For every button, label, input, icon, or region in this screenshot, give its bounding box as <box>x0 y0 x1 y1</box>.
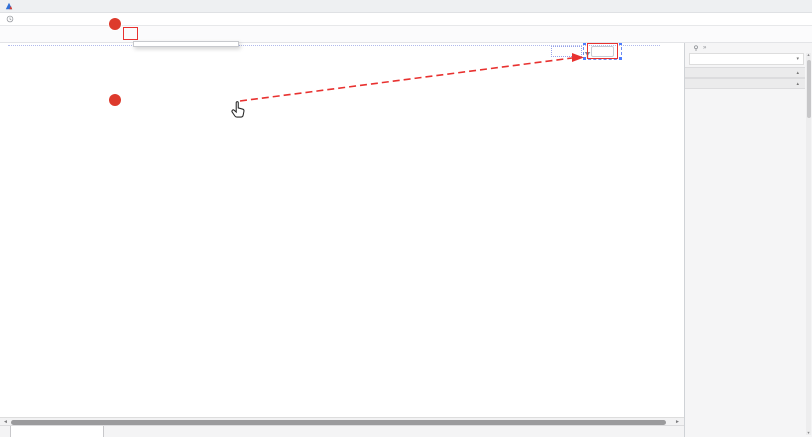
browser-url-bar <box>0 13 812 26</box>
designer-toolbar <box>0 26 812 43</box>
net-income-bar-line-chart <box>33 81 237 139</box>
scrollbar-thumb[interactable] <box>11 420 666 425</box>
revenue-stacked-bar-chart <box>247 81 403 145</box>
annotation-toolbar-box <box>123 27 138 40</box>
panel-header[interactable]: ▾ <box>689 53 804 65</box>
page-icon <box>6 15 14 23</box>
base-year-combobox[interactable] <box>551 46 582 57</box>
panel-scrollbar-thumb[interactable] <box>807 60 811 118</box>
chevron-up-icon: ▴ <box>796 70 799 76</box>
design-canvas <box>0 43 684 417</box>
tab-form1[interactable] <box>10 426 104 437</box>
panel-toolbar: » <box>685 43 812 52</box>
hand-cursor-icon <box>230 101 247 119</box>
insert-control-menu <box>133 41 239 47</box>
form-tab-bar <box>0 425 684 437</box>
panel-scrollbar[interactable]: ▲ ▼ <box>806 53 811 435</box>
properties-panel: » ▾ ▴ ▴ ▲ ▼ <box>684 43 812 437</box>
scroll-up-arrow[interactable]: ▲ <box>806 53 811 57</box>
chevron-down-icon: ▾ <box>796 56 799 62</box>
collapse-panel-icon[interactable]: » <box>703 45 706 51</box>
app-logo-icon <box>5 2 13 10</box>
annotation-step-2 <box>109 94 121 106</box>
pin-icon[interactable] <box>693 45 699 51</box>
scroll-down-arrow[interactable]: ▼ <box>806 431 811 435</box>
section-base-header[interactable]: ▴ <box>685 67 805 78</box>
section-style-header[interactable]: ▴ <box>685 78 805 89</box>
horizontal-scrollbar[interactable]: ◄ ► <box>0 417 684 425</box>
title-bar <box>0 0 812 13</box>
chevron-up-icon: ▴ <box>796 81 799 87</box>
annotation-step-1 <box>109 18 121 30</box>
annotation-target-box <box>587 43 618 59</box>
application-window: ◄ ► » ▾ ▴ ▴ ▲ ▼ <box>0 0 812 437</box>
